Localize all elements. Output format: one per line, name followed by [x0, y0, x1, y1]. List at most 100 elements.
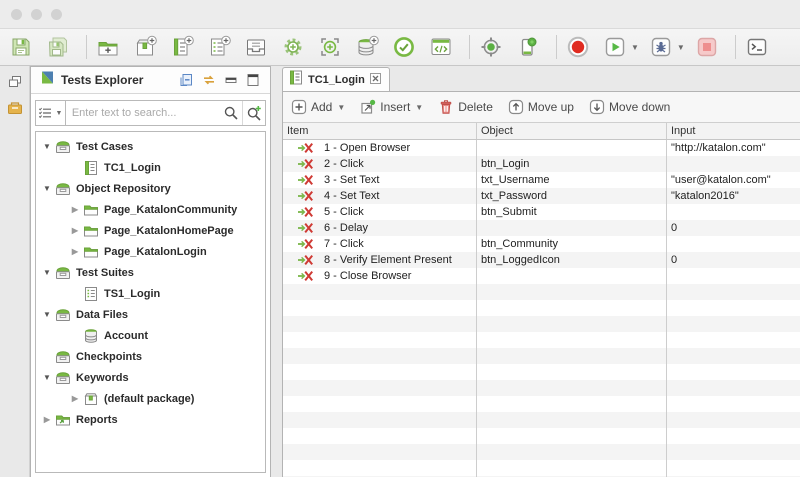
chevron-down-icon[interactable]: ▼	[631, 43, 639, 52]
table-row[interactable]: 4 - Set Text txt_Password "katalon2016"	[283, 188, 800, 204]
spy-mobile-button[interactable]	[513, 32, 543, 62]
empty-table-row[interactable]	[283, 284, 800, 300]
advanced-search-icon[interactable]	[242, 101, 265, 125]
tree-collapsed-arrow-icon[interactable]: ▶	[69, 394, 81, 403]
chevron-down-icon[interactable]: ▼	[337, 103, 345, 112]
tree-expanded-arrow-icon[interactable]: ▼	[41, 373, 53, 382]
empty-table-row[interactable]	[283, 364, 800, 380]
delete-button[interactable]: Delete	[438, 99, 493, 115]
tree-item-test-suites[interactable]: ▼ Test Suites	[36, 262, 265, 283]
record-target-button[interactable]	[315, 32, 345, 62]
run-button[interactable]	[600, 32, 630, 62]
save-all-button[interactable]	[43, 32, 73, 62]
tree-item-tc1-login[interactable]: TC1_Login	[36, 157, 265, 178]
restore-panel-icon[interactable]	[4, 72, 26, 92]
table-row[interactable]: 9 - Close Browser	[283, 268, 800, 284]
stop-button[interactable]	[692, 32, 722, 62]
tree-collapsed-arrow-icon[interactable]: ▶	[69, 205, 81, 214]
link-with-editor-icon[interactable]	[198, 70, 220, 90]
table-row[interactable]: 7 - Click btn_Community	[283, 236, 800, 252]
empty-table-row[interactable]	[283, 348, 800, 364]
move-up-button[interactable]: Move up	[508, 99, 574, 115]
tree-item-account[interactable]: Account	[36, 325, 265, 346]
traffic-light-minimize[interactable]	[31, 8, 42, 20]
empty-table-row[interactable]	[283, 300, 800, 316]
step-object-cell: txt_Username	[477, 172, 667, 188]
new-folder-button[interactable]	[93, 32, 123, 62]
minimize-icon[interactable]	[220, 70, 242, 90]
code-view-button[interactable]	[426, 32, 456, 62]
record-icon	[567, 36, 589, 58]
generate-script-gear-button[interactable]	[278, 32, 308, 62]
empty-cell	[283, 444, 477, 460]
tree-collapsed-arrow-icon[interactable]: ▶	[41, 415, 53, 424]
spy-mobile-icon	[521, 37, 537, 56]
empty-table-row[interactable]	[283, 380, 800, 396]
maximize-icon[interactable]	[242, 70, 264, 90]
tree-item-label: Page_KatalonHomePage	[104, 224, 234, 237]
tree-item-keywords[interactable]: ▼ Keywords	[36, 367, 265, 388]
search-icon[interactable]	[220, 101, 243, 125]
column-header-input[interactable]: Input	[667, 123, 800, 139]
table-row[interactable]: 2 - Click btn_Login	[283, 156, 800, 172]
empty-table-row[interactable]	[283, 412, 800, 428]
chevron-down-icon[interactable]: ▼	[415, 103, 423, 112]
column-header-item[interactable]: Item	[283, 123, 477, 139]
tree-item--default-package-[interactable]: ▶ (default package)	[36, 388, 265, 409]
debug-button[interactable]	[646, 32, 676, 62]
table-row[interactable]: 3 - Set Text txt_Username "user@katalon.co…	[283, 172, 800, 188]
tree-expanded-arrow-icon[interactable]: ▼	[41, 268, 53, 277]
spy-web-button[interactable]	[476, 32, 506, 62]
table-row[interactable]: 8 - Verify Element Present btn_LoggedIcon…	[283, 252, 800, 268]
search-filter-button[interactable]: ▼	[36, 101, 66, 125]
empty-cell	[667, 332, 800, 348]
table-row[interactable]: 5 - Click btn_Submit	[283, 204, 800, 220]
tree-expanded-arrow-icon[interactable]: ▼	[41, 310, 53, 319]
add-button[interactable]: Add ▼	[291, 99, 345, 115]
collapse-all-icon[interactable]	[176, 70, 198, 90]
console-button[interactable]	[742, 32, 772, 62]
tree-expanded-arrow-icon[interactable]: ▼	[41, 142, 53, 151]
traffic-light-zoom[interactable]	[51, 8, 62, 20]
empty-table-row[interactable]	[283, 428, 800, 444]
insert-button[interactable]: Insert ▼	[360, 99, 423, 115]
search-input[interactable]	[65, 101, 220, 125]
tree-item-ts1-login[interactable]: TS1_Login	[36, 283, 265, 304]
new-test-suite-button[interactable]	[204, 32, 234, 62]
new-test-object-button[interactable]	[241, 32, 271, 62]
tree-item-data-files[interactable]: ▼ Data Files	[36, 304, 265, 325]
new-data-file-button[interactable]	[352, 32, 382, 62]
new-package-button[interactable]	[130, 32, 160, 62]
tree-item-test-cases[interactable]: ▼ Test Cases	[36, 136, 265, 157]
tree-item-checkpoints[interactable]: Checkpoints	[36, 346, 265, 367]
empty-table-row[interactable]	[283, 316, 800, 332]
traffic-light-close[interactable]	[11, 8, 22, 20]
tab-tc1-login[interactable]: TC1_Login	[282, 67, 390, 92]
empty-cell	[283, 332, 477, 348]
record-button[interactable]	[563, 32, 593, 62]
column-header-object[interactable]: Object	[477, 123, 667, 139]
tree-collapsed-arrow-icon[interactable]: ▶	[69, 247, 81, 256]
tree-collapsed-arrow-icon[interactable]: ▶	[69, 226, 81, 235]
tree-expanded-arrow-icon[interactable]: ▼	[41, 184, 53, 193]
tree-item-page-katalonhomepage[interactable]: ▶ Page_KatalonHomePage	[36, 220, 265, 241]
save-button[interactable]	[6, 32, 36, 62]
move-down-button[interactable]: Move down	[589, 99, 670, 115]
empty-table-row[interactable]	[283, 396, 800, 412]
validate-check-button[interactable]	[389, 32, 419, 62]
empty-table-row[interactable]	[283, 444, 800, 460]
new-test-case-button[interactable]	[167, 32, 197, 62]
close-tab-icon[interactable]	[369, 71, 381, 89]
tree-item-reports[interactable]: ▶ Reports	[36, 409, 265, 430]
tree-item-label: Page_KatalonLogin	[104, 245, 207, 258]
tree-item-page-kataloncommunity[interactable]: ▶ Page_KatalonCommunity	[36, 199, 265, 220]
empty-table-row[interactable]	[283, 332, 800, 348]
tree-item-object-repository[interactable]: ▼ Object Repository	[36, 178, 265, 199]
drawer-shortcut-icon[interactable]	[4, 98, 26, 118]
table-row[interactable]: 6 - Delay 0	[283, 220, 800, 236]
tree-item-page-katalonlogin[interactable]: ▶ Page_KatalonLogin	[36, 241, 265, 262]
empty-table-row[interactable]	[283, 460, 800, 476]
validate-check-icon	[394, 37, 414, 57]
chevron-down-icon[interactable]: ▼	[677, 43, 685, 52]
table-row[interactable]: 1 - Open Browser "http://katalon.com"	[283, 140, 800, 156]
